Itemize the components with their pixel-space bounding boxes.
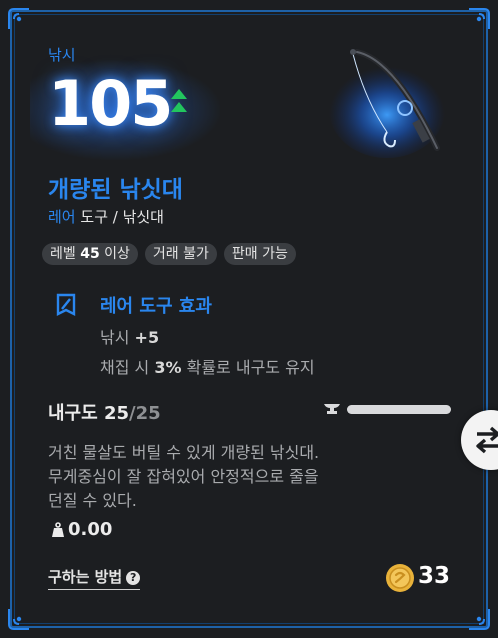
item-tags: 레벨 45 이상 거래 불가 판매 가능 xyxy=(42,243,296,265)
trade-tag: 거래 불가 xyxy=(144,243,217,265)
rare-tool-icon xyxy=(56,293,76,316)
level-requirement-tag: 레벨 45 이상 xyxy=(42,243,138,265)
durability-max: /25 xyxy=(129,403,161,424)
item-price: 33 xyxy=(418,563,451,589)
level-value: 45 xyxy=(80,246,100,262)
effect-chance-line: 채집 시 3% 확률로 내구도 유지 xyxy=(100,354,315,378)
effect-title: 레어 도구 효과 xyxy=(100,296,212,317)
durability-title: 내구도 xyxy=(48,403,98,424)
corner-ornament-icon xyxy=(8,8,29,29)
effect-stat-line: 낚시 +5 xyxy=(100,324,159,348)
stat-value: 105 xyxy=(48,67,173,140)
effect-chance-value: 3% xyxy=(154,358,182,377)
help-icon: ? xyxy=(126,571,141,585)
effect-stat-name: 낚시 xyxy=(100,328,130,347)
corner-ornament-icon xyxy=(469,8,490,29)
level-suffix: 이상 xyxy=(104,246,130,262)
item-name: 개량된 낚싯대 xyxy=(48,177,183,203)
fishing-rod-icon xyxy=(329,49,445,158)
stat-up-arrow-icon xyxy=(171,89,187,112)
durability-bar-fill xyxy=(347,405,451,414)
item-tooltip-card: 낚시 105 개량된 낚싯대 레어 도구 / 낚싯대 레벨 45 이상 거래 불… xyxy=(0,0,498,638)
anvil-icon xyxy=(324,404,340,414)
level-prefix: 레벨 xyxy=(50,246,76,262)
corner-ornament-icon xyxy=(469,609,490,630)
item-description: 거친 물살도 버틸 수 있게 개량된 낚싯대. 무게중심이 잘 잡혀있어 안정적… xyxy=(48,443,320,510)
item-type-line: 레어 도구 / 낚싯대 xyxy=(48,206,164,227)
weight-icon xyxy=(52,522,64,537)
durability-current: 25 xyxy=(103,403,130,424)
sell-tag: 판매 가능 xyxy=(223,243,296,265)
durability-label: 내구도 25/25 xyxy=(48,399,161,425)
effect-chance-suffix: 확률로 내구도 유지 xyxy=(186,358,315,377)
effect-stat-bonus: +5 xyxy=(134,328,160,347)
corner-ornament-icon xyxy=(8,609,29,630)
effect-chance-prefix: 채집 시 xyxy=(100,358,150,377)
durability-bar xyxy=(347,405,451,414)
item-rarity: 레어 xyxy=(48,208,76,226)
how-to-get-link[interactable]: 구하는 방법? xyxy=(48,566,141,590)
how-to-get-label: 구하는 방법 xyxy=(48,568,123,586)
swap-arrows-icon xyxy=(476,426,498,454)
item-type: 도구 / 낚싯대 xyxy=(80,208,164,226)
weight-value: 0.00 xyxy=(68,519,113,540)
gold-coin-icon xyxy=(386,564,414,592)
